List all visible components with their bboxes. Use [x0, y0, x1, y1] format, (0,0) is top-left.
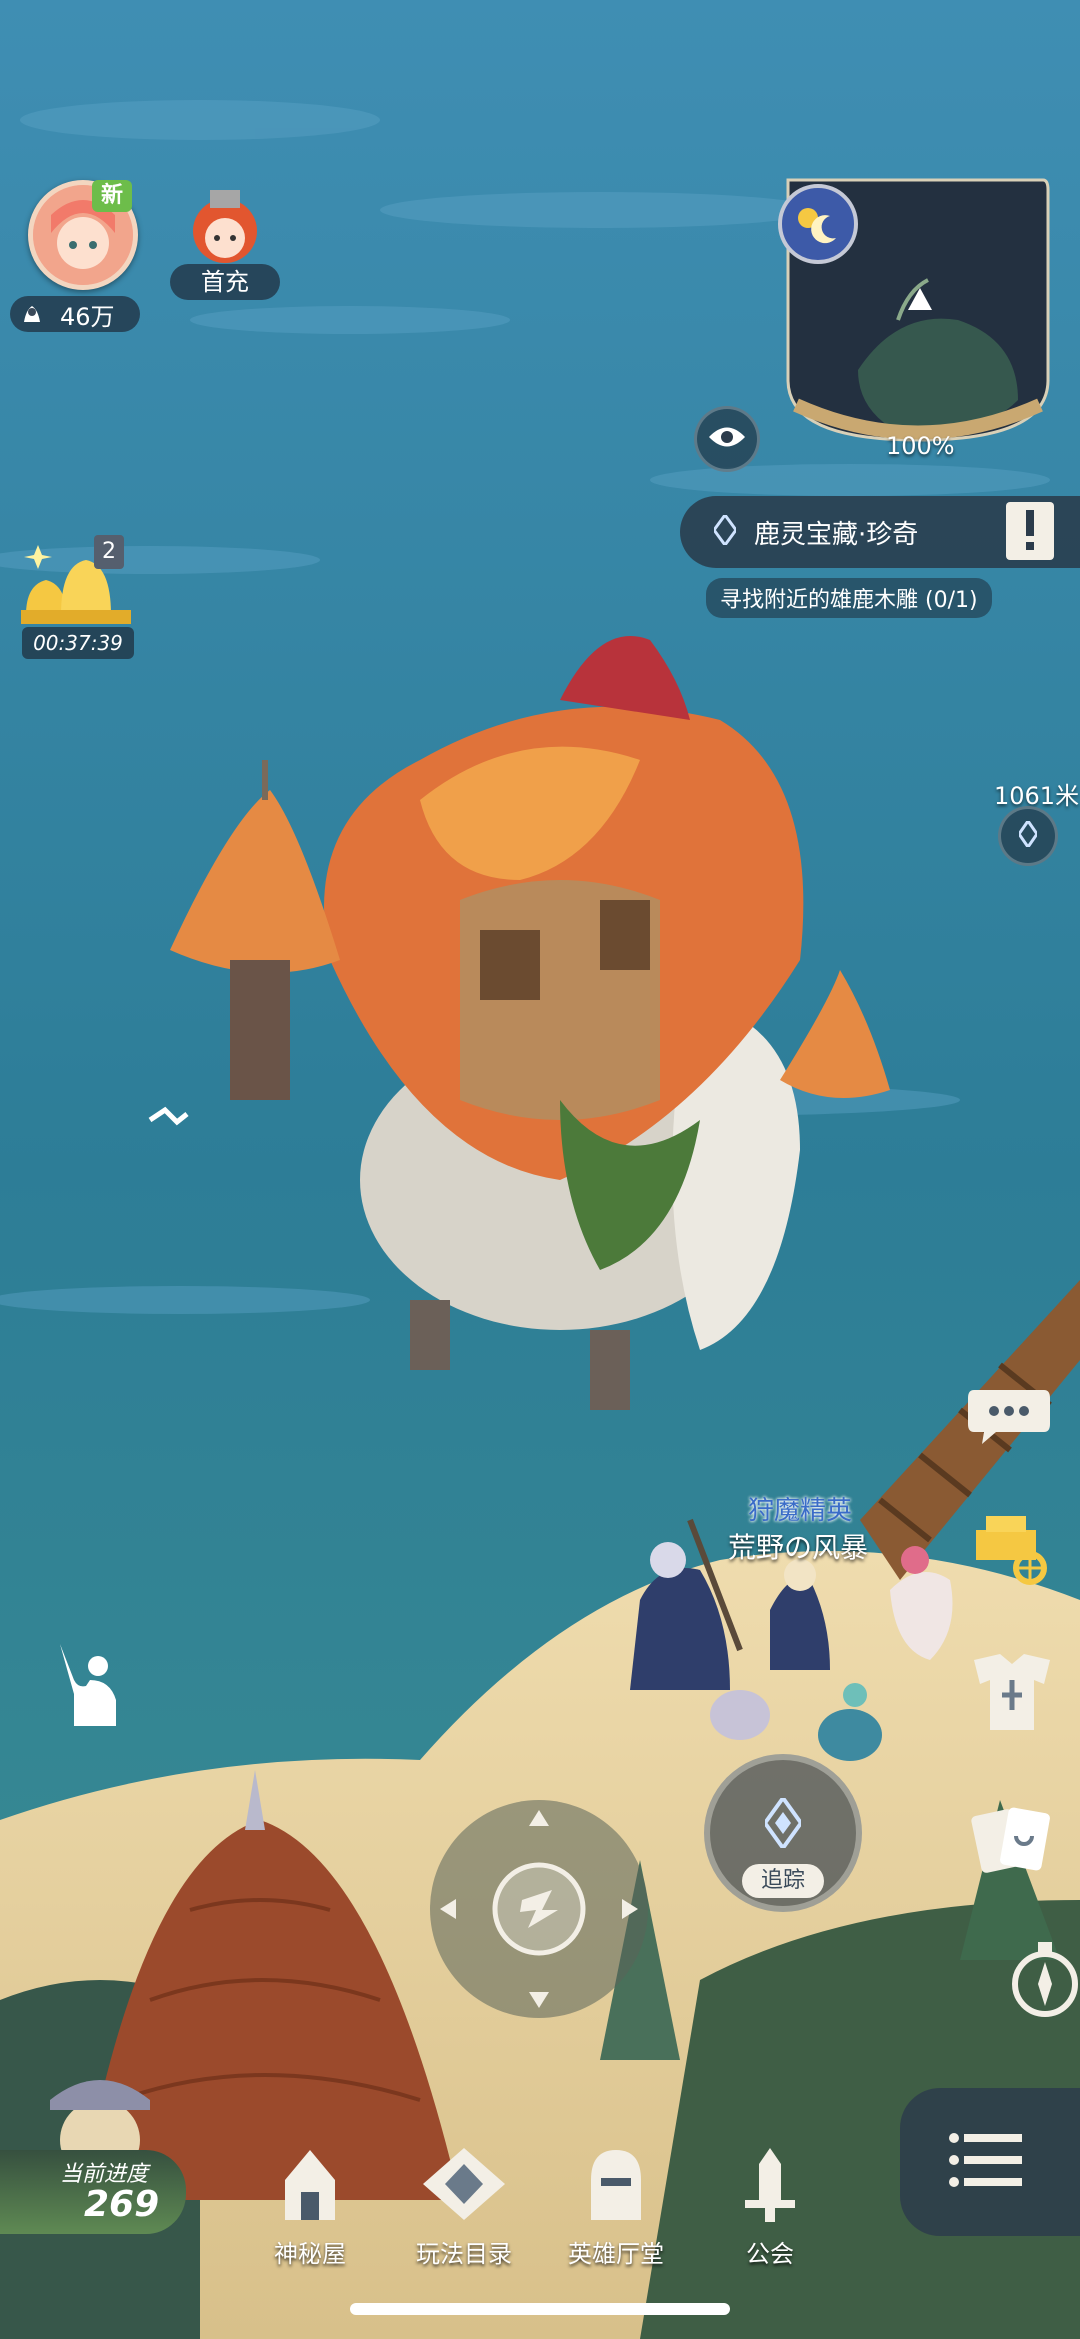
mystery-house-icon	[265, 2150, 355, 2228]
first-charge-button[interactable]: 首充	[170, 186, 280, 306]
quest-title: 鹿灵宝藏·珍奇	[754, 519, 919, 550]
party-name: 荒野の风暴	[728, 1531, 869, 1564]
waving-person-icon	[50, 1644, 130, 1734]
gameplay-catalog-icon	[419, 2148, 509, 2228]
eye-icon	[707, 424, 747, 454]
first-charge-label: 首充	[170, 264, 280, 300]
power-value: 46万	[60, 302, 115, 331]
armor-icon	[964, 1654, 1060, 1744]
main-menu-button[interactable]	[900, 2088, 1080, 2236]
cards-icon	[968, 1807, 1058, 1890]
power-display: 46万	[10, 296, 140, 332]
diamond-icon	[712, 512, 738, 549]
nav-label-mystery-house: 神秘屋	[274, 2240, 346, 2268]
guild-icon	[725, 2148, 815, 2228]
track-label: 追踪	[742, 1864, 824, 1898]
nav-hero-hall[interactable]: 英雄厅堂	[546, 2144, 686, 2269]
nav-mystery-house[interactable]: 神秘屋	[240, 2144, 380, 2269]
gift-bundle-button[interactable]: 2 00:37:39	[16, 535, 136, 665]
quest-panel[interactable]: 鹿灵宝藏·珍奇 寻找附近的雄鹿木雕 (0/1)	[680, 496, 1080, 626]
menu-icon	[948, 2128, 1028, 2196]
chat-button[interactable]	[964, 1380, 1054, 1450]
joystick-art	[440, 1810, 638, 2008]
golden-cart-icon	[960, 1516, 1060, 1594]
minimap-zoom-label: 100%	[886, 432, 955, 460]
first-charge-icon	[193, 190, 257, 263]
nav-label-guild: 公会	[746, 2240, 794, 2268]
day-night-icon	[778, 184, 858, 264]
waypoint-marker[interactable]	[998, 806, 1058, 866]
track-button[interactable]: 追踪	[704, 1754, 862, 1912]
hero-hall-icon	[571, 2150, 661, 2228]
distance-label: 1061米	[994, 782, 1080, 810]
equipment-button[interactable]	[964, 1640, 1060, 1740]
progress-value: 269	[84, 2184, 160, 2225]
minimap[interactable]: 100%	[778, 170, 1058, 460]
home-indicator[interactable]	[350, 2303, 730, 2315]
gift-count-badge: 2	[94, 535, 124, 569]
chat-bubble-icon	[964, 1390, 1054, 1454]
quest-book-icon	[1000, 496, 1060, 568]
compass-button[interactable]	[1010, 1940, 1080, 2020]
nav-gameplay-catalog[interactable]: 玩法目录	[394, 2144, 534, 2269]
nav-label-hero-hall: 英雄厅堂	[568, 2240, 664, 2268]
emote-button[interactable]	[50, 1630, 130, 1730]
nav-guild[interactable]: 公会	[700, 2144, 840, 2269]
diamond-icon	[1017, 818, 1039, 851]
gift-timer: 00:37:39	[22, 627, 134, 659]
cards-button[interactable]	[968, 1796, 1058, 1886]
quest-subtitle: 寻找附近的雄鹿木雕 (0/1)	[706, 578, 992, 618]
party-title: 狩魔精英	[748, 1496, 853, 1526]
cart-event-button[interactable]	[960, 1490, 1060, 1590]
visibility-toggle-button[interactable]	[694, 406, 760, 472]
compass-icon	[1010, 1942, 1080, 2024]
current-progress-panel[interactable]: 当前进度 269	[0, 2150, 190, 2234]
power-icon	[18, 300, 46, 328]
new-badge: 新	[92, 180, 132, 212]
nav-label-gameplay-catalog: 玩法目录	[416, 2240, 512, 2268]
diamond-icon	[762, 1794, 804, 1852]
movement-joystick[interactable]	[430, 1800, 648, 2018]
